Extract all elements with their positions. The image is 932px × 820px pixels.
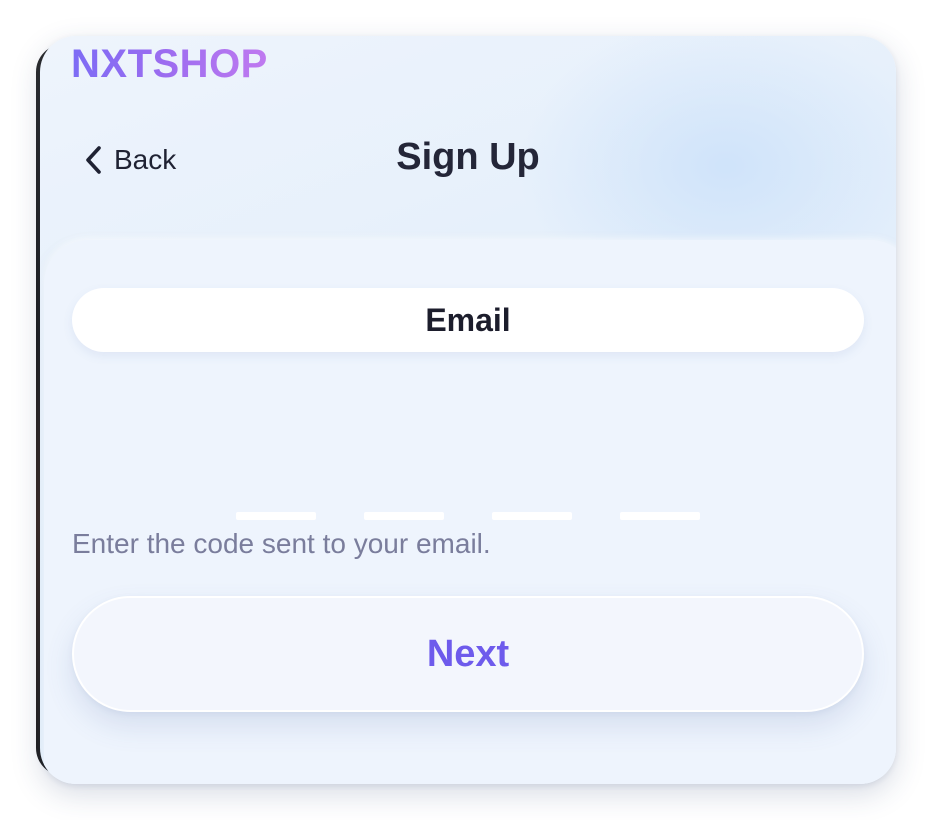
verification-code-input[interactable]	[236, 512, 700, 520]
code-digit-4[interactable]	[620, 512, 700, 520]
code-hint-text: Enter the code sent to your email.	[72, 528, 491, 559]
next-button[interactable]: Next	[72, 596, 864, 712]
code-digit-1[interactable]	[236, 512, 316, 520]
email-method-tab[interactable]: Email	[72, 288, 864, 352]
signup-window: NXTSHOP Back Sign Up Email Enter the cod…	[40, 36, 896, 784]
brand-logo: NXTSHOP	[71, 42, 268, 86]
screen: NXTSHOP Back Sign Up Email Enter the cod…	[0, 0, 932, 820]
code-digit-2[interactable]	[364, 512, 444, 520]
page-title: Sign Up	[396, 136, 540, 178]
code-digit-3[interactable]	[492, 512, 572, 520]
